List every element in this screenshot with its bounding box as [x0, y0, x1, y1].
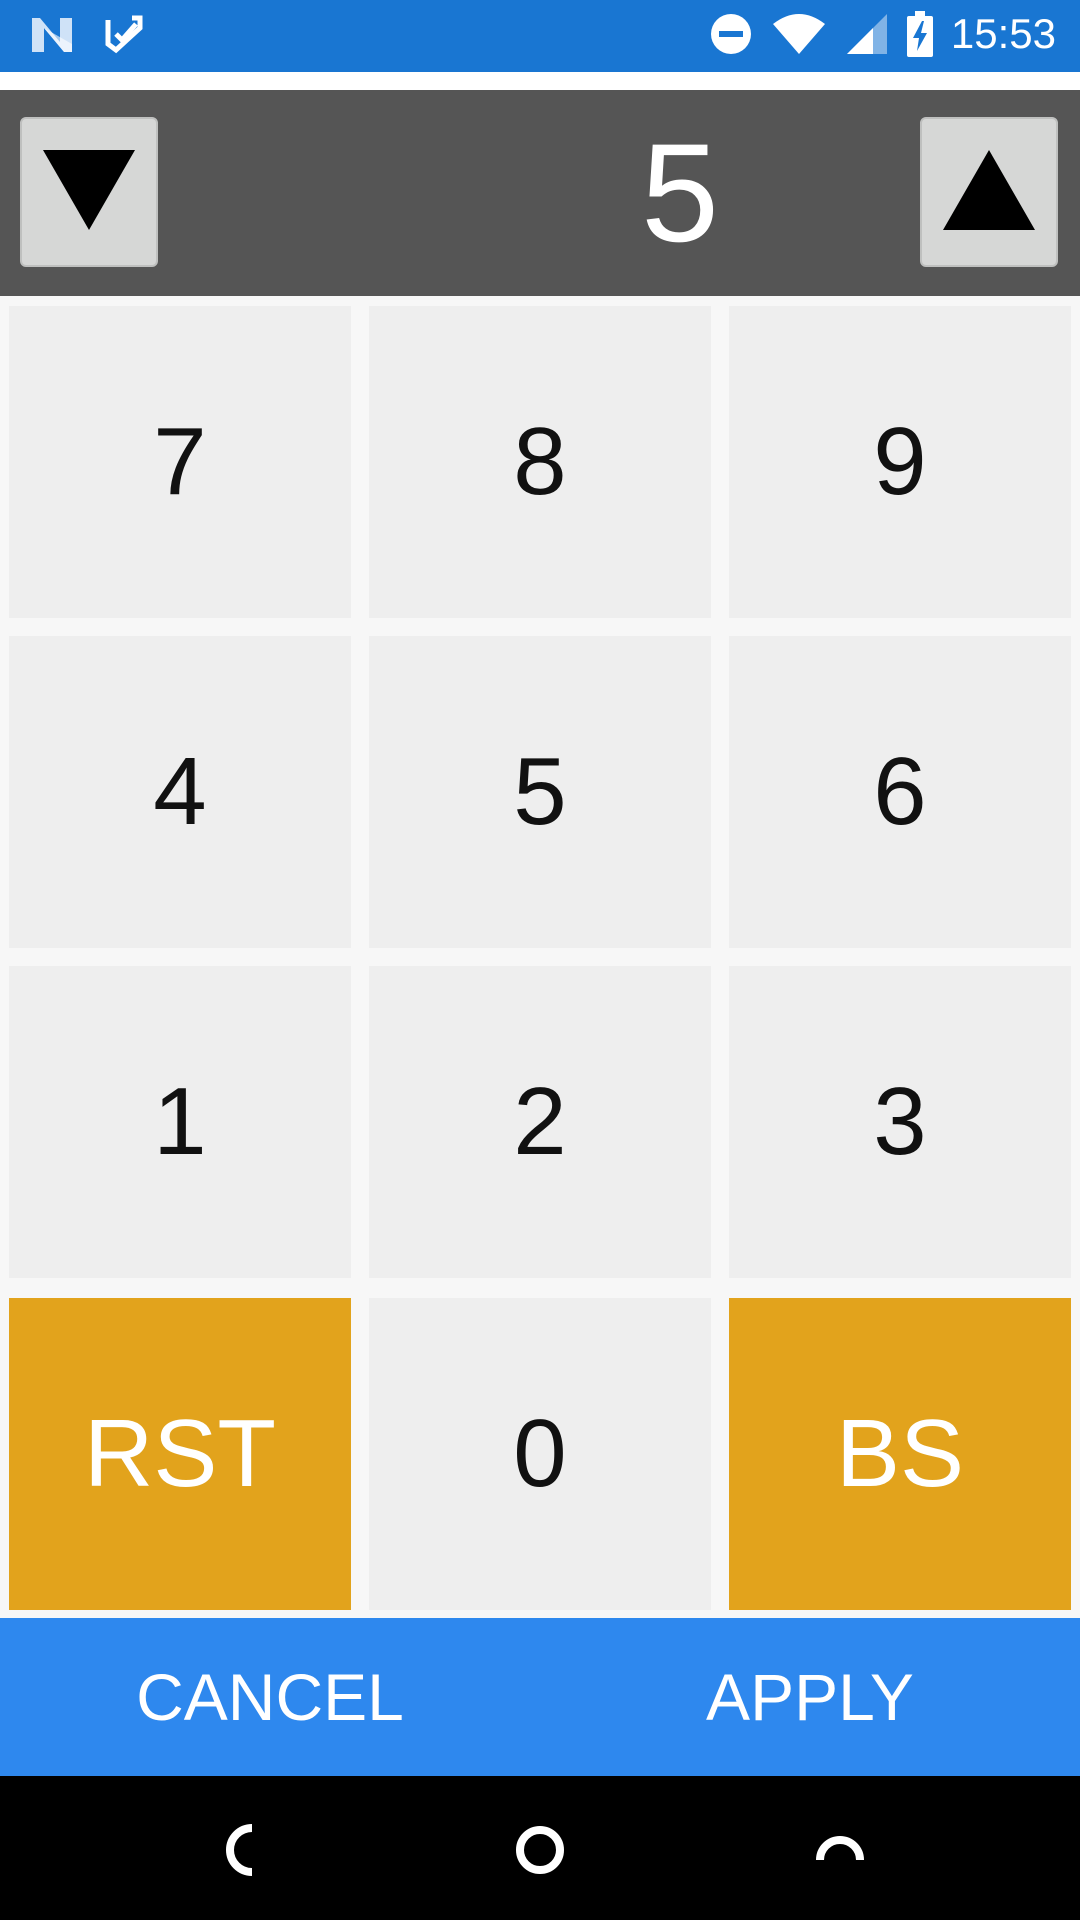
value-stepper: 5 — [0, 90, 1080, 296]
numeric-keypad: 7 8 9 4 5 6 1 2 3 RST 0 BS — [0, 296, 1080, 1618]
recent-apps-icon — [810, 1836, 870, 1884]
apply-button[interactable]: APPLY — [540, 1618, 1080, 1776]
triangle-up-icon — [943, 149, 1035, 235]
key-5[interactable]: 5 — [369, 636, 711, 948]
status-bar: 15:53 — [0, 0, 1080, 72]
cancel-button[interactable]: CANCEL — [0, 1618, 540, 1776]
battery-charging-icon — [906, 11, 933, 57]
key-1[interactable]: 1 — [9, 966, 351, 1278]
stepper-value: 5 — [641, 114, 719, 271]
wifi-icon — [771, 12, 827, 56]
do-not-disturb-icon — [709, 12, 753, 56]
back-icon — [212, 1824, 272, 1884]
triangle-down-icon — [43, 149, 135, 235]
system-nav-bar — [0, 1776, 1080, 1920]
key-0[interactable]: 0 — [369, 1298, 711, 1610]
key-9[interactable]: 9 — [729, 306, 1071, 618]
dialog-actions: CANCEL APPLY — [0, 1618, 1080, 1776]
key-3[interactable]: 3 — [729, 966, 1071, 1278]
backspace-button[interactable]: BS — [729, 1298, 1071, 1610]
key-4[interactable]: 4 — [9, 636, 351, 948]
key-8[interactable]: 8 — [369, 306, 711, 618]
cell-signal-icon — [845, 12, 889, 56]
increment-button[interactable] — [920, 117, 1058, 267]
recent-apps-button[interactable] — [810, 1820, 870, 1880]
n-notification-icon — [30, 14, 74, 54]
status-time: 15:53 — [950, 10, 1056, 57]
home-icon — [510, 1826, 570, 1884]
home-button[interactable] — [510, 1820, 570, 1880]
back-button[interactable] — [212, 1820, 272, 1880]
decrement-button[interactable] — [20, 117, 158, 267]
key-7[interactable]: 7 — [9, 306, 351, 618]
reset-button[interactable]: RST — [9, 1298, 351, 1610]
key-2[interactable]: 2 — [369, 966, 711, 1278]
key-6[interactable]: 6 — [729, 636, 1071, 948]
checklist-notification-icon — [104, 14, 144, 54]
